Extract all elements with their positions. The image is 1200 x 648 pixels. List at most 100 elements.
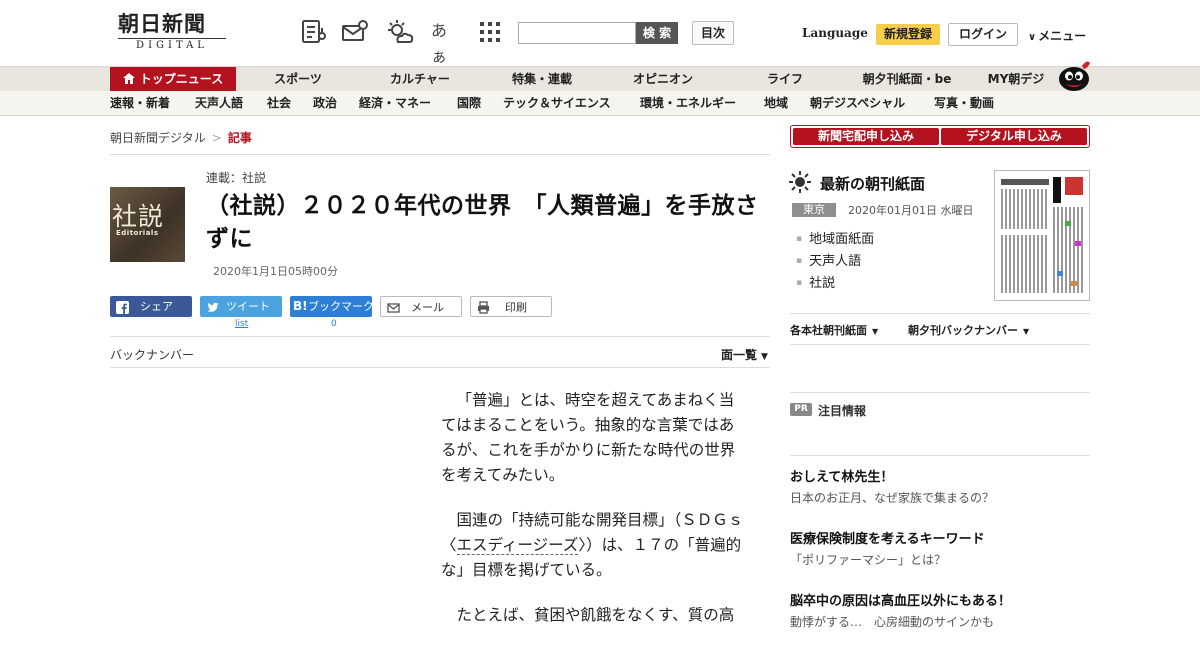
primary-nav: トップニュース スポーツ カルチャー 特集・連載 オピニオン ライフ 朝夕刊紙面… (0, 66, 1200, 92)
font-size-icon[interactable]: あぁ (431, 18, 459, 66)
subnav-tech-science[interactable]: テック＆サイエンス (503, 91, 611, 116)
nav-item-culture[interactable]: カルチャー (384, 67, 456, 92)
breadcrumb-separator: > (211, 131, 222, 145)
newspaper-thumbnail[interactable] (994, 170, 1090, 301)
promo-title[interactable]: 脳卒中の原因は高血圧以外にもある！ (790, 590, 1011, 609)
article-category[interactable]: 連載：社説 (206, 169, 266, 186)
site-header: 朝日新聞 DIGITAL あぁ 検 索 目次 Language 新規登録 ログイ… (0, 0, 1200, 66)
article-title: （社説）２０２０年代の世界 「人類普遍」を手放さずに (206, 193, 759, 252)
caret-down-icon: ▼ (872, 327, 879, 336)
divider (110, 336, 770, 337)
subnav-international[interactable]: 国際 (457, 91, 481, 116)
subnav-politics[interactable]: 政治 (313, 91, 337, 116)
caret-down-icon: ▼ (1023, 327, 1030, 336)
divider (110, 154, 770, 155)
paper-date: 2020年01月01日 水曜日 (848, 204, 974, 217)
newspaper-icon[interactable] (300, 18, 328, 46)
region-badge: 東京 (792, 203, 836, 217)
promo-title[interactable]: 医療保険制度を考えるキーワード (790, 528, 985, 547)
dropdown-label: 朝夕刊バックナンバー (908, 324, 1018, 337)
paper-link-editorial[interactable]: 社説 (796, 272, 835, 291)
breadcrumb-home[interactable]: 朝日新聞デジタル (110, 131, 206, 145)
subnav-environment[interactable]: 環境・エネルギー (640, 91, 736, 116)
page-list-label: 面一覧 (721, 348, 758, 362)
chevron-down-icon: ∨ (1028, 32, 1037, 43)
menu-button[interactable]: ∨ メニュー (1028, 27, 1086, 44)
home-icon (122, 67, 135, 91)
caret-down-icon: ▼ (761, 352, 768, 362)
editorial-image-kanji: 社説 (112, 202, 165, 231)
index-button[interactable]: 目次 (692, 21, 734, 45)
logo-text-jp: 朝日新聞 (118, 11, 206, 36)
mail-icon[interactable] (341, 18, 369, 46)
article-paragraph: 国連の「持続可能な開発目標」（ＳＤＧｓ〈エスディージーズ〉）は、１７の「普遍的な… (441, 508, 745, 583)
facebook-share-label: シェア (140, 300, 173, 313)
nav-label: トップニュース (139, 72, 224, 86)
nav-item-opinion[interactable]: オピニオン (627, 67, 699, 92)
printer-icon (477, 300, 490, 314)
divider (790, 392, 1090, 393)
latest-paper-title[interactable]: 最新の朝刊紙面 (820, 173, 925, 194)
promo-subtitle[interactable]: 「ポリファーマシー」とは？ (790, 551, 946, 568)
register-button[interactable]: 新規登録 (876, 24, 940, 45)
paper-link-tenseijingo[interactable]: 天声人語 (796, 250, 861, 269)
pr-badge: PR (790, 403, 812, 416)
twitter-icon (206, 300, 219, 313)
editorial-image-en: Editorials (116, 229, 159, 237)
backnumber-dropdown[interactable]: 朝夕刊バックナンバー ▼ (908, 322, 1029, 338)
grid-menu-icon[interactable] (476, 18, 504, 46)
nav-item-my-asadigi[interactable]: MY朝デジ (984, 67, 1048, 92)
nav-item-features[interactable]: 特集・連載 (506, 67, 578, 92)
subscribe-paper-button[interactable]: 新聞宅配申し込み (793, 128, 939, 145)
mail-share-button[interactable]: メール (380, 296, 462, 317)
search-input[interactable] (518, 22, 636, 44)
paper-link-regional[interactable]: 地域面紙面 (796, 228, 874, 247)
article-paragraph: たとえば、貧困や飢餓をなくす、質の高 (456, 606, 735, 624)
nav-item-life[interactable]: ライフ (763, 67, 807, 92)
hatena-bookmark-button[interactable]: B! ブックマーク (290, 296, 374, 317)
editorial-series-image: 社説 Editorials (110, 187, 185, 262)
page-list-dropdown[interactable]: 面一覧 ▼ (721, 346, 768, 363)
subscribe-digital-button[interactable]: デジタル申し込み (941, 128, 1087, 145)
subnav-economy[interactable]: 経済・マネー (359, 91, 431, 116)
subscription-bar: 新聞宅配申し込み デジタル申し込み (790, 125, 1090, 148)
print-button[interactable]: 印刷 (470, 296, 552, 317)
subnav-society[interactable]: 社会 (267, 91, 291, 116)
logo-text-en: DIGITAL (118, 38, 226, 51)
hatena-count: 0 (331, 319, 337, 329)
hatena-bookmark-label: ブックマーク (308, 300, 374, 313)
twitter-share-button[interactable]: ツイート (200, 296, 282, 317)
promo-title[interactable]: おしえて林先生！ (790, 466, 893, 485)
article-date: 2020年1月1日05時00分 (213, 265, 338, 278)
nav-item-top-news[interactable]: トップニュース (110, 67, 236, 92)
divider (110, 367, 770, 368)
sun-icon (789, 171, 811, 193)
nav-item-sports[interactable]: スポーツ (268, 67, 328, 92)
promo-subtitle[interactable]: 動悸がする… 心房細動のサインかも (790, 613, 994, 630)
print-label: 印刷 (505, 301, 527, 314)
breadcrumb-current: 記事 (227, 131, 252, 145)
subnav-special[interactable]: 朝デジスペシャル (810, 91, 905, 116)
subnav-region[interactable]: 地域 (764, 91, 788, 116)
dropdown-label: 各本社朝刊紙面 (790, 324, 867, 337)
twitter-count[interactable]: list (235, 319, 248, 329)
nav-item-paper[interactable]: 朝夕刊紙面・be (857, 67, 957, 92)
subnav-breaking[interactable]: 速報・新着 (110, 91, 170, 116)
subnav-tenseijingo[interactable]: 天声人語 (195, 91, 243, 116)
site-logo[interactable]: 朝日新聞 DIGITAL (118, 12, 230, 54)
regional-papers-dropdown[interactable]: 各本社朝刊紙面 ▼ (790, 322, 878, 338)
language-link[interactable]: Language (802, 26, 868, 40)
facebook-share-button[interactable]: シェア (110, 296, 192, 317)
facebook-icon (116, 300, 129, 314)
promo-subtitle[interactable]: 日本のお正月、なぜ家族で集まるの？ (790, 489, 994, 506)
mail-share-label: メール (411, 301, 444, 314)
mascot-icon (1056, 58, 1092, 92)
weather-icon[interactable] (386, 18, 414, 46)
login-button[interactable]: ログイン (948, 23, 1018, 46)
divider (790, 313, 1090, 314)
search-button[interactable]: 検 索 (636, 22, 678, 44)
subnav-photo-video[interactable]: 写真・動画 (934, 91, 994, 116)
ruby-annotation-link[interactable]: エスディージーズ (456, 536, 579, 555)
pr-section-title: 注目情報 (818, 404, 867, 418)
divider (790, 455, 1090, 456)
